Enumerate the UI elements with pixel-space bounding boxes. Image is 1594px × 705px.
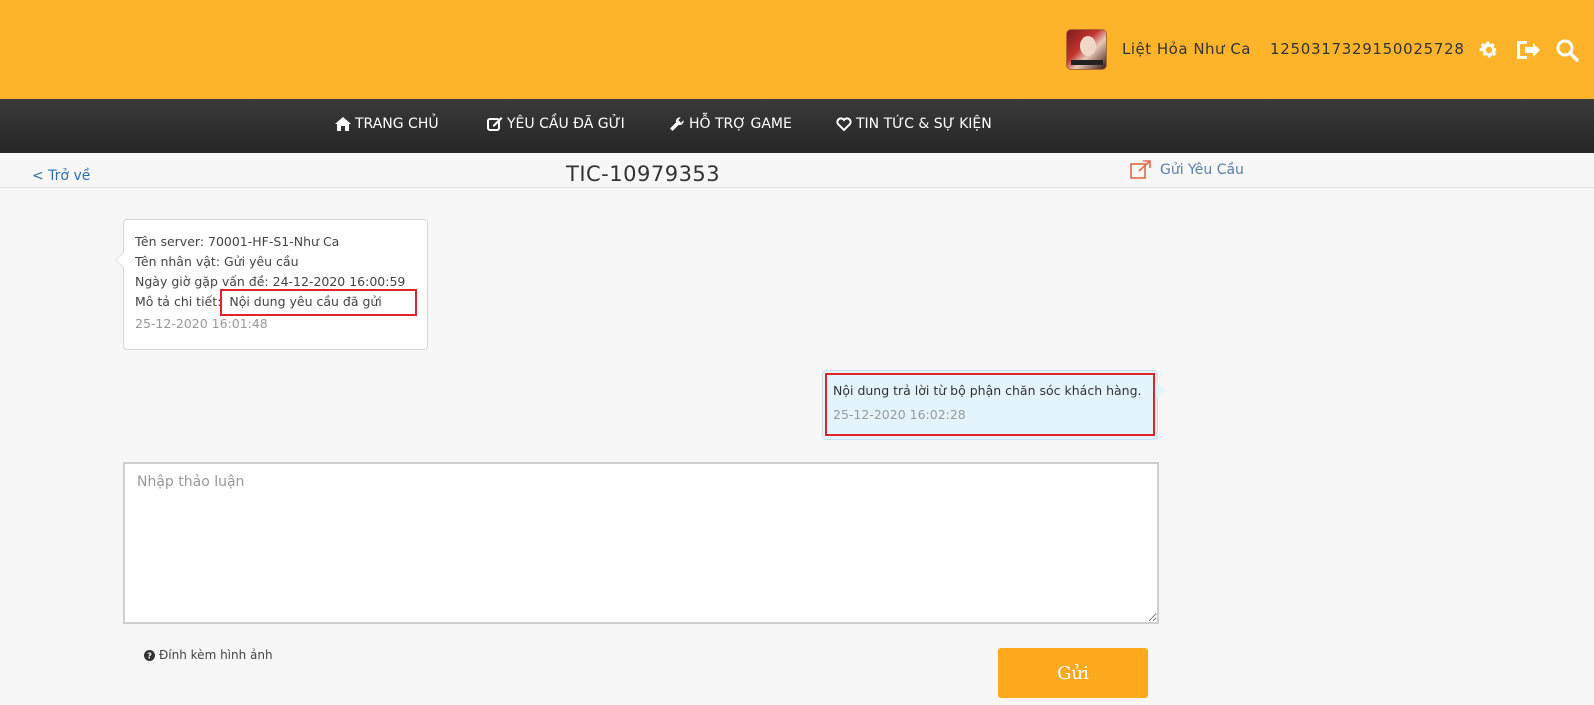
nav-item-home[interactable]: TRANG CHỦ — [335, 116, 439, 132]
send-button[interactable]: Gửi — [998, 648, 1148, 698]
highlight-box-reply — [825, 373, 1155, 436]
avatar-tag — [1071, 60, 1103, 65]
nav-label: HỖ TRỢ GAME — [689, 116, 792, 132]
highlight-box-request — [220, 289, 417, 316]
attach-image-link[interactable]: ? Đính kèm hình ảnh — [144, 648, 273, 662]
home-icon — [335, 117, 351, 131]
attach-image-label: Đính kèm hình ảnh — [159, 648, 273, 662]
nav-item-news-events[interactable]: TIN TỨC & SỰ KIỆN — [836, 116, 992, 132]
nav-label: YÊU CẦU ĐÃ GỬI — [507, 116, 625, 132]
back-link[interactable]: < Trở về — [32, 168, 90, 184]
edit-icon — [487, 117, 503, 131]
top-header: Liệt Hỏa Như Ca 1250317329150025728 — [0, 0, 1594, 99]
search-icon[interactable] — [1554, 37, 1580, 63]
ticket-title: TIC-10979353 — [566, 162, 721, 186]
nav-label: TIN TỨC & SỰ KIỆN — [856, 116, 992, 132]
nav-item-game-support[interactable]: HỖ TRỢ GAME — [669, 116, 792, 132]
logout-icon[interactable] — [1515, 37, 1541, 63]
wrench-icon — [670, 117, 684, 131]
send-request-label: Gửi Yêu Cầu — [1160, 161, 1244, 178]
svg-text:?: ? — [147, 650, 152, 660]
description-label: Mô tả chi tiết: — [135, 294, 222, 309]
user-id: 1250317329150025728 — [1270, 40, 1465, 58]
heart-icon — [836, 117, 852, 132]
user-message-bubble: Tên server: 70001-HF-S1-Như Ca Tên nhân … — [115, 219, 428, 350]
avatar[interactable] — [1066, 29, 1107, 70]
nav-label: TRANG CHỦ — [355, 116, 439, 132]
discussion-input[interactable] — [123, 462, 1159, 624]
user-name: Liệt Hỏa Như Ca — [1122, 40, 1251, 58]
gear-icon[interactable] — [1476, 37, 1502, 63]
ticket-titlebar: < Trở về TIC-10979353 Gửi Yêu Cầu — [0, 153, 1594, 188]
user-message-timestamp: 25-12-2020 16:01:48 — [135, 316, 268, 331]
question-icon: ? — [144, 649, 155, 661]
avatar-face — [1080, 36, 1096, 56]
character-line: Tên nhân vật: Gửi yêu cầu — [135, 254, 299, 269]
new-request-icon — [1130, 160, 1151, 179]
send-request-link[interactable]: Gửi Yêu Cầu — [1130, 160, 1244, 179]
server-line: Tên server: 70001-HF-S1-Như Ca — [135, 234, 340, 249]
nav-item-sent-requests[interactable]: YÊU CẦU ĐÃ GỬI — [487, 116, 625, 132]
main-nav: TRANG CHỦ YÊU CẦU ĐÃ GỬI HỖ TRỢ GAME TIN… — [0, 99, 1594, 153]
